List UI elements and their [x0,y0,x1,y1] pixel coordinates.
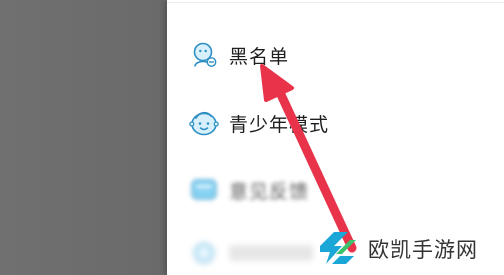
screenshot-stage: 黑名单 青少年模式 意见反馈 欧凯手游网 [0,0,504,275]
watermark-text: 欧凯手游网 [368,237,478,262]
menu-divider [167,2,504,3]
blacklist-person-icon [189,40,219,70]
menu-item-feedback[interactable]: 意见反馈 [167,162,504,218]
menu-item-label: 意见反馈 [229,180,310,203]
watermark-logo-icon [320,231,356,264]
feedback-icon [189,175,219,205]
settings-icon [189,238,219,268]
menu-item-blacklist[interactable]: 黑名单 [167,27,504,83]
watermark: 欧凯手游网 [312,222,504,275]
menu-item-teen-mode[interactable]: 青少年模式 [167,95,504,151]
teen-mode-face-icon [189,108,219,138]
dimmed-background-overlay[interactable] [0,0,167,275]
menu-item-label: 黑名单 [229,45,290,68]
blurred-label-placeholder [229,245,313,261]
menu-item-label: 青少年模式 [229,113,330,136]
